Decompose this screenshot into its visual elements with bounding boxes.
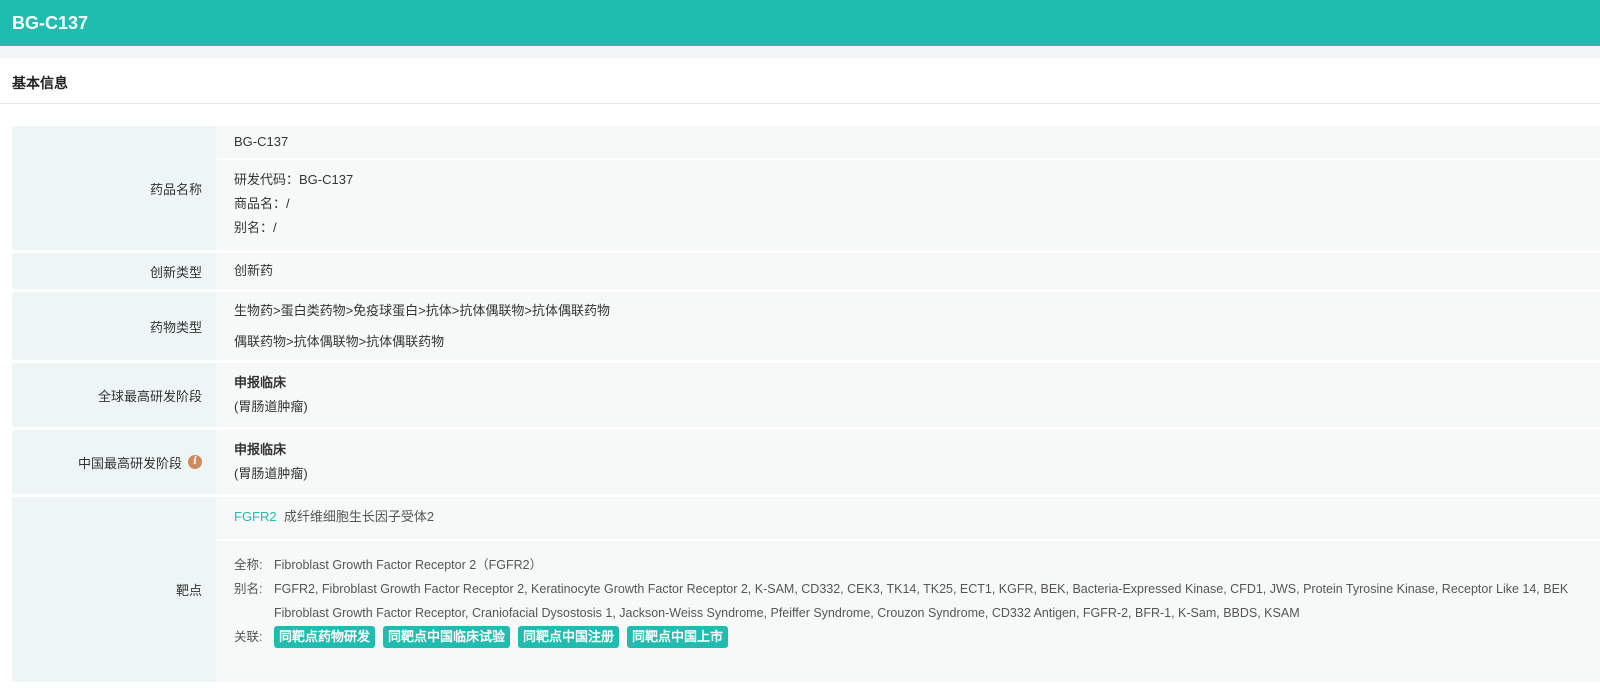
innovation-value: 创新药 — [234, 263, 274, 278]
drug-type-line: 生物药>蛋白类药物>免疫球蛋白>抗体>抗体偶联物>抗体偶联药物 — [234, 303, 610, 318]
row-label: 药品名称 — [12, 126, 216, 250]
indication: (胃肠道肿瘤) — [234, 466, 308, 481]
info-icon[interactable]: i — [188, 455, 202, 469]
section-title: 基本信息 — [0, 58, 1600, 104]
row-label: 全球最高研发阶段 — [12, 363, 216, 427]
info-table: 药品名称 BG-C137 研发代码：BG-C137 商品名：/ 别名：/ 创新类… — [12, 126, 1600, 682]
drug-primary-name: BG-C137 — [234, 134, 289, 149]
related-drug-rd-button[interactable]: 同靶点药物研发 — [274, 626, 376, 648]
row-label: 靶点 — [12, 497, 216, 682]
target-aliases: FGFR2, Fibroblast Growth Factor Receptor… — [274, 582, 1569, 620]
rd-code: 研发代码：BG-C137 — [234, 172, 354, 187]
related-china-registration-button[interactable]: 同靶点中国注册 — [518, 626, 620, 648]
page-header: BG-C137 — [0, 0, 1600, 46]
key: 全称: — [234, 558, 263, 572]
row-drug-type: 药物类型 生物药>蛋白类药物>免疫球蛋白>抗体>抗体偶联物>抗体偶联药物 偶联药… — [12, 292, 1600, 360]
target-cn-name: 成纤维细胞生长因子受体2 — [283, 509, 435, 524]
stage: 申报临床 — [234, 375, 287, 390]
drug-type-line: 偶联药物>抗体偶联物>抗体偶联药物 — [234, 334, 445, 349]
alias-name: 别名：/ — [234, 220, 277, 235]
related-china-market-button[interactable]: 同靶点中国上市 — [627, 626, 729, 648]
row-label: 创新类型 — [12, 253, 216, 289]
related-china-trials-button[interactable]: 同靶点中国临床试验 — [383, 626, 511, 648]
trade-name: 商品名：/ — [234, 196, 290, 211]
target-link[interactable]: FGFR2 — [234, 509, 277, 524]
key: 关联: — [234, 630, 263, 644]
row-china-stage: 中国最高研发阶段 i 申报临床 (胃肠道肿瘤) — [12, 430, 1600, 494]
key: 别名: — [234, 582, 263, 596]
row-label: 中国最高研发阶段 i — [12, 430, 216, 494]
row-target: 靶点 FGFR2 成纤维细胞生长因子受体2 全称: Fibroblast Grow… — [12, 497, 1600, 682]
indication: (胃肠道肿瘤) — [234, 399, 308, 414]
row-global-stage: 全球最高研发阶段 申报临床 (胃肠道肿瘤) — [12, 363, 1600, 427]
spacer — [0, 46, 1600, 58]
stage: 申报临床 — [234, 442, 287, 457]
row-innovation: 创新类型 创新药 — [12, 253, 1600, 289]
label-text: 中国最高研发阶段 — [77, 455, 182, 471]
target-fullname: Fibroblast Growth Factor Receptor 2（FGFR… — [274, 558, 543, 572]
row-drug-name: 药品名称 BG-C137 研发代码：BG-C137 商品名：/ 别名：/ — [12, 126, 1600, 250]
drug-title: BG-C137 — [12, 13, 89, 33]
row-label: 药物类型 — [12, 292, 216, 360]
